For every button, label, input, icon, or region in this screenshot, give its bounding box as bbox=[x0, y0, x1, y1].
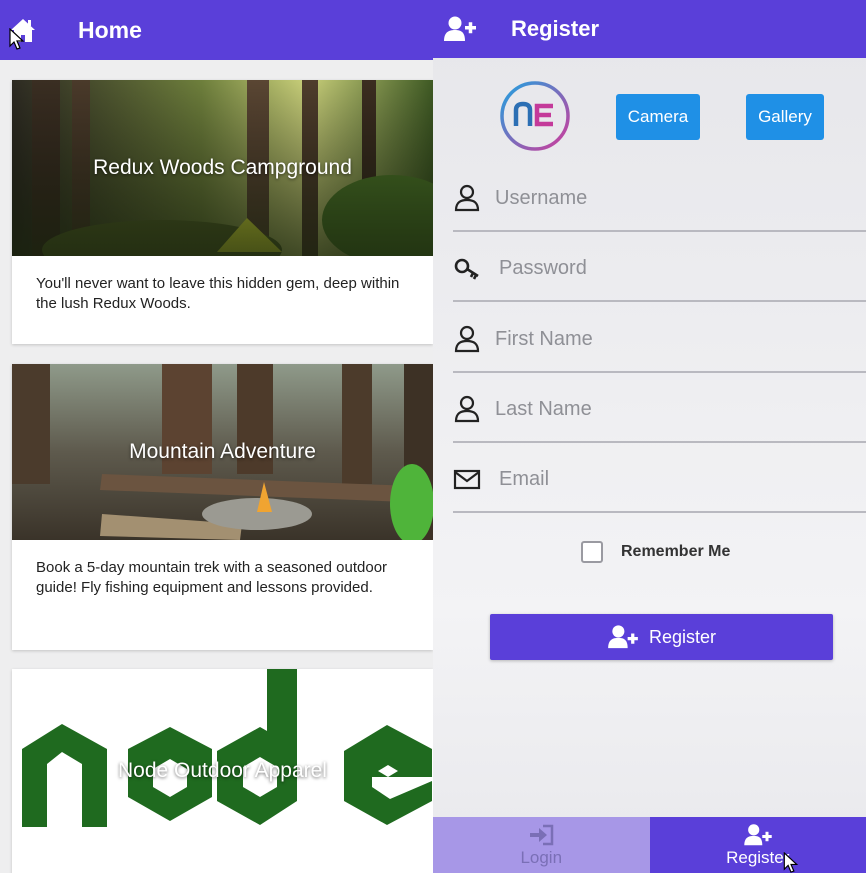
home-header: Home bbox=[0, 0, 433, 60]
remember-me-label: Remember Me bbox=[621, 543, 731, 560]
password-input[interactable] bbox=[499, 252, 849, 284]
card-description: Book a 5-day mountain trek with a season… bbox=[36, 559, 388, 596]
person-icon bbox=[454, 395, 480, 423]
email-field bbox=[453, 453, 866, 513]
tab-login-label: Login bbox=[520, 848, 563, 867]
tab-login[interactable]: Login bbox=[433, 817, 650, 873]
gallery-button[interactable]: Gallery bbox=[746, 94, 824, 140]
add-user-icon bbox=[441, 10, 479, 48]
page-title: Home bbox=[78, 16, 142, 43]
register-submit-button[interactable]: Register bbox=[490, 614, 833, 660]
camera-button[interactable]: Camera bbox=[616, 94, 700, 140]
mouse-cursor-icon bbox=[9, 28, 25, 50]
card-title: Mountain Adventure bbox=[129, 440, 316, 463]
first-name-input[interactable] bbox=[495, 323, 845, 355]
bottom-tab-bar: Login Register bbox=[433, 817, 866, 873]
password-field bbox=[453, 242, 866, 302]
register-screen: Register Camera Gallery Username First N… bbox=[433, 0, 866, 873]
remember-me: Remember Me bbox=[581, 541, 730, 563]
username-input[interactable] bbox=[495, 182, 845, 214]
card-title: Node Outdoor Apparel bbox=[118, 759, 327, 782]
card-description: You'll never want to leave this hidden g… bbox=[36, 275, 400, 312]
username-field bbox=[453, 172, 866, 232]
last-name-input[interactable] bbox=[495, 393, 845, 425]
last-name-field bbox=[453, 383, 866, 443]
add-user-icon bbox=[607, 624, 639, 650]
first-name-field bbox=[453, 313, 866, 373]
home-screen: Home Redux Woods Campground You'll never… bbox=[0, 0, 433, 873]
register-submit-label: Register bbox=[648, 626, 717, 647]
mountain-adventure-card[interactable]: Mountain Adventure Book a 5-day mountain… bbox=[12, 364, 433, 650]
tab-register-label: Register bbox=[726, 848, 790, 867]
page-title: Register bbox=[511, 16, 600, 41]
nc-logo-icon bbox=[500, 81, 570, 151]
email-input[interactable] bbox=[499, 463, 849, 495]
key-icon bbox=[454, 258, 479, 280]
envelope-icon bbox=[453, 469, 481, 490]
tab-register[interactable]: Register bbox=[649, 817, 866, 873]
campfire-image: Mountain Adventure bbox=[12, 364, 433, 540]
forest-campground-image: Redux Woods Campground bbox=[12, 80, 433, 256]
card-title: Redux Woods Campground bbox=[93, 156, 352, 179]
mouse-cursor-icon bbox=[783, 852, 799, 873]
sign-in-icon bbox=[528, 822, 554, 848]
remember-me-checkbox[interactable] bbox=[581, 541, 603, 563]
add-user-icon bbox=[743, 822, 773, 848]
node-apparel-card[interactable]: Node Outdoor Apparel bbox=[12, 669, 433, 873]
person-icon bbox=[454, 184, 480, 212]
campground-card[interactable]: Redux Woods Campground You'll never want… bbox=[12, 80, 433, 344]
register-header: Register bbox=[433, 0, 866, 58]
node-logo-image: Node Outdoor Apparel bbox=[12, 669, 433, 873]
person-icon bbox=[454, 325, 480, 353]
